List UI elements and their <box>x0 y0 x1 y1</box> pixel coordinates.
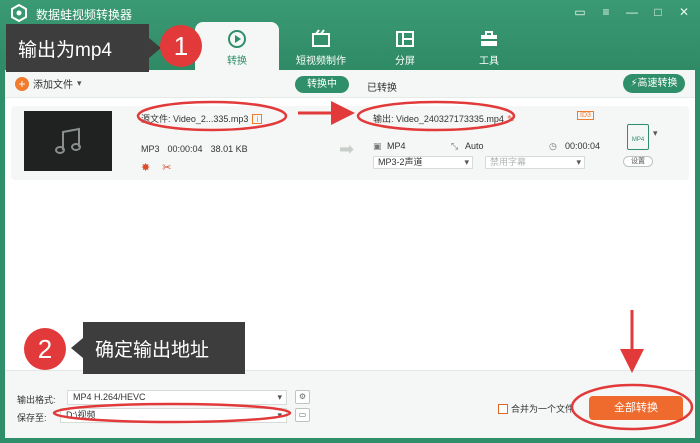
output-format-card[interactable]: MP4 <box>627 124 649 150</box>
merge-label: 合并为一个文件 <box>511 404 575 414</box>
file-toolbar: + 添加文件 ▾ 转换中 已转换 ⚡高速转换 <box>5 70 695 98</box>
audio-track-select[interactable]: MP3-2声道 <box>373 156 473 169</box>
source-duration: 00:00:04 <box>167 144 203 154</box>
tab-split-screen[interactable]: 分屏 <box>363 22 447 70</box>
output-format-label: 输出格式: <box>17 395 56 405</box>
tab-converted[interactable]: 已转换 <box>367 79 397 94</box>
audio-thumbnail[interactable] <box>24 111 112 171</box>
merge-checkbox[interactable] <box>498 403 508 414</box>
subtitle-select[interactable]: 禁用字幕 <box>485 156 585 169</box>
source-meta: MP3 00:00:04 38.01 KB <box>141 144 248 154</box>
output-file-label: 输出: Video_240327173335.mp4 ✎ <box>373 112 514 125</box>
info-icon[interactable]: i <box>252 114 263 124</box>
tab-label: 转换 <box>227 56 247 67</box>
id3-badge[interactable]: ID3 <box>577 111 594 120</box>
output-resolution: Auto <box>465 141 484 151</box>
maximize-icon[interactable]: □ <box>650 4 666 20</box>
save-to-select[interactable]: D:\视频 <box>60 408 287 423</box>
tab-tools[interactable]: 工具 <box>447 22 531 70</box>
tab-label: 工具 <box>479 56 499 67</box>
tab-convert[interactable]: 转换 <box>195 22 279 70</box>
add-file-label: 添加文件 <box>33 80 73 91</box>
output-format-select[interactable]: MP4 H.264/HEVC <box>67 390 287 405</box>
source-size: 38.01 KB <box>210 144 248 154</box>
folder-icon[interactable]: ▭ <box>295 408 310 422</box>
split-screen-icon <box>396 31 414 47</box>
callout-output-path: 确定输出地址 <box>71 322 245 374</box>
effect-icon[interactable]: ✸ <box>141 161 150 174</box>
source-tools: ✸ ✂ <box>141 161 171 174</box>
output-file-name: 输出: Video_240327173335.mp4 <box>373 114 504 124</box>
source-file-name: 源文件: Video_2...335.mp3 <box>141 114 249 124</box>
clock-icon: ◷ <box>549 141 557 151</box>
music-note-icon <box>55 127 81 154</box>
step-badge-1: 1 <box>160 25 202 67</box>
lightning-icon: ⚡ <box>630 78 638 89</box>
scissors-icon[interactable]: ✂ <box>162 161 171 174</box>
main-tabs: 转换 短视频制作 分屏 工具 <box>195 22 531 70</box>
step-badge-2: 2 <box>24 328 66 370</box>
source-file-label: 源文件: Video_2...335.mp3 i <box>141 112 263 125</box>
menu-icon[interactable]: ≡ <box>598 4 614 20</box>
fast-convert-button[interactable]: ⚡高速转换 <box>623 74 685 93</box>
convert-arrow-icon: ➡ <box>339 139 355 159</box>
format-settings-button[interactable]: 设置 <box>623 156 653 167</box>
format-card-label: MP4 <box>631 137 645 143</box>
save-to-label: 保存至: <box>17 413 47 423</box>
tab-converting[interactable]: 转换中 <box>295 76 349 93</box>
close-icon[interactable]: ✕ <box>676 4 692 20</box>
callout-output-mp4: 输出为mp4 <box>6 24 161 72</box>
merge-option[interactable]: 合并为一个文件 <box>498 402 574 415</box>
film-icon: ▣ <box>373 141 382 151</box>
edit-icon[interactable]: ✎ <box>507 114 515 124</box>
app-title: 数据蛙视频转换器 <box>36 8 133 22</box>
chat-icon[interactable]: ▭ <box>572 4 588 20</box>
fast-convert-label: 高速转换 <box>637 78 678 89</box>
add-file-button[interactable]: + 添加文件 ▾ <box>15 76 82 91</box>
format-settings-icon[interactable]: ⚙ <box>295 390 310 404</box>
chevron-down-icon[interactable]: ▾ <box>77 78 82 89</box>
tab-label: 分屏 <box>395 56 415 67</box>
bottom-bar: 输出格式: MP4 H.264/HEVC ⚙ 保存至: D:\视频 ▭ 合并为一… <box>5 370 695 438</box>
resolution-icon: ⤡ <box>451 141 459 151</box>
output-duration: 00:00:04 <box>565 141 601 151</box>
output-meta: ▣ MP4 ⤡ Auto ◷ 00:00:04 <box>373 141 603 153</box>
format-dropdown-icon[interactable]: ▾ <box>653 128 658 139</box>
short-video-icon <box>312 29 330 47</box>
tab-short-video[interactable]: 短视频制作 <box>279 22 363 70</box>
plus-icon: + <box>15 76 29 91</box>
convert-icon <box>228 30 246 48</box>
source-format: MP3 <box>141 144 160 154</box>
file-item: 源文件: Video_2...335.mp3 i MP3 00:00:04 38.… <box>11 106 689 180</box>
window-controls: ▭ ≡ — □ ✕ <box>572 4 692 20</box>
tab-label: 短视频制作 <box>296 56 346 67</box>
convert-all-button[interactable]: 全部转换 <box>589 396 683 420</box>
minimize-icon[interactable]: — <box>624 4 640 20</box>
output-format: MP4 <box>387 141 406 151</box>
app-logo-icon <box>11 4 27 22</box>
toolbox-icon <box>481 31 497 46</box>
